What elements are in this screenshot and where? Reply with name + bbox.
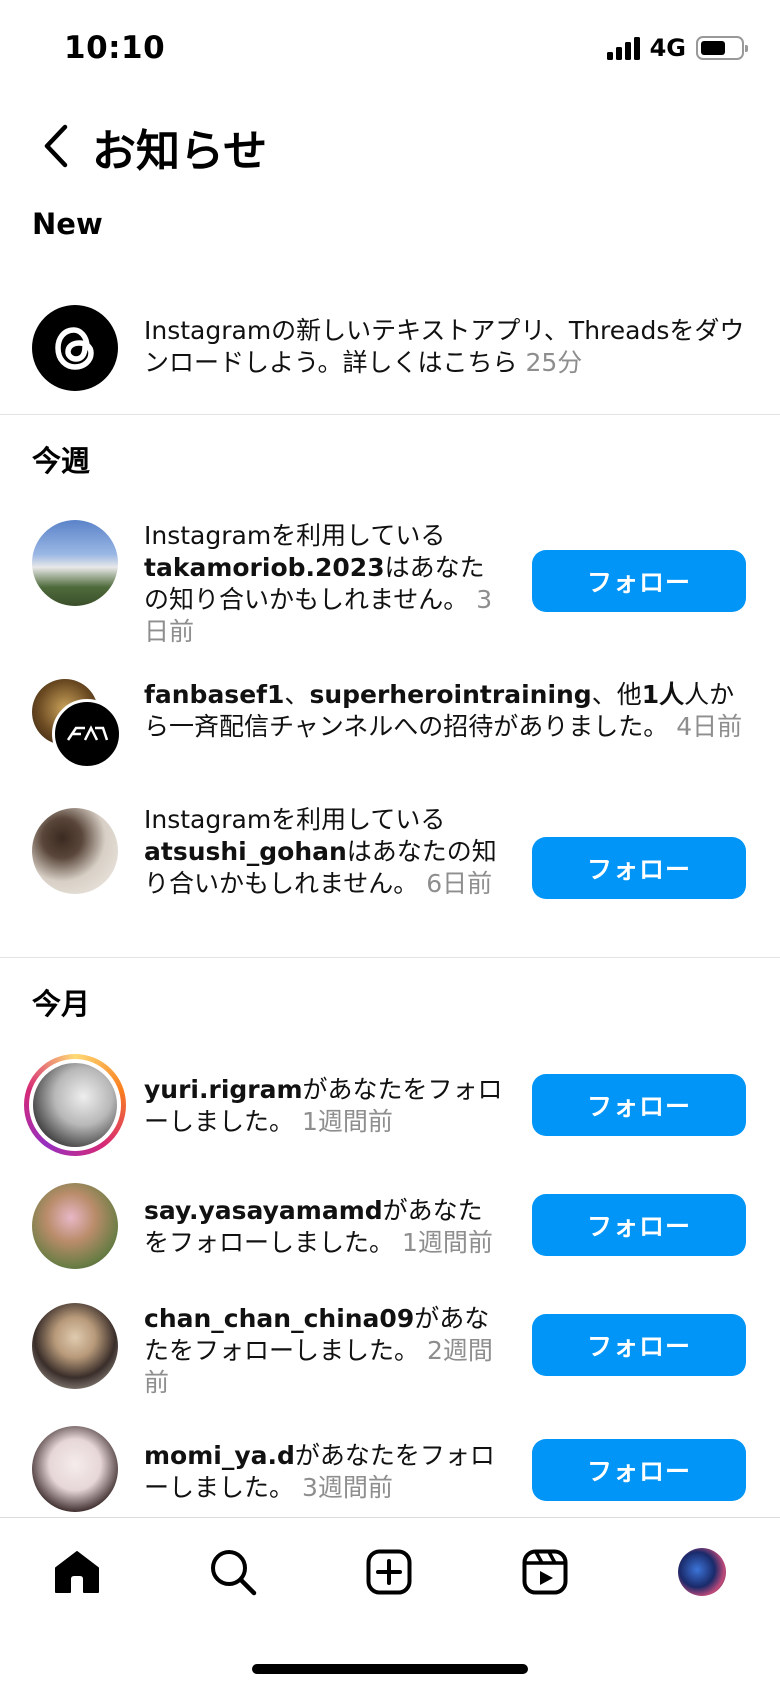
reels-tab[interactable] — [515, 1542, 575, 1602]
status-time: 10:10 — [64, 30, 166, 66]
timestamp: 25分 — [525, 348, 583, 377]
divider — [0, 414, 780, 415]
create-tab[interactable] — [359, 1542, 419, 1602]
page-title: お知らせ — [92, 126, 268, 177]
notification-takamori[interactable]: Instagramを利用しているtakamoriob.2023はあなたの知り合い… — [0, 505, 780, 655]
notification-atsushi[interactable]: Instagramを利用しているatsushi_gohanはあなたの知り合いかも… — [0, 800, 780, 950]
avatar[interactable] — [32, 808, 118, 894]
threads-logo-icon — [32, 305, 118, 391]
divider — [0, 957, 780, 958]
follow-button[interactable]: フォロー — [532, 1074, 746, 1136]
back-button[interactable] — [34, 116, 78, 176]
home-tab[interactable] — [47, 1542, 107, 1602]
notification-text: yuri.rigramがあなたをフォローしました。 1週間前 — [144, 1075, 503, 1136]
notification-text: say.yasayamamdがあなたをフォローしました。 1週間前 — [144, 1196, 493, 1257]
notification-momi[interactable]: momi_ya.dがあなたをフォローしました。 3週間前 フォロー — [0, 1420, 780, 1515]
create-icon — [366, 1549, 412, 1595]
notification-text: Instagramを利用しているtakamoriob.2023はあなたの知り合い… — [144, 521, 493, 646]
follow-button[interactable]: フォロー — [532, 1314, 746, 1376]
notification-text: chan_chan_china09があなたをフォローしました。 2週間前 — [144, 1304, 493, 1397]
notification-text: fanbasef1、superherointraining、他1人人から一斉配信… — [144, 680, 743, 741]
bottom-nav — [0, 1517, 780, 1688]
avatar — [33, 1063, 117, 1147]
notification-channel-invite[interactable]: fanbasef1、superherointraining、他1人人から一斉配信… — [0, 665, 780, 795]
notification-chan[interactable]: chan_chan_china09があなたをフォローしました。 2週間前 フォロ… — [0, 1295, 780, 1405]
reels-icon — [522, 1549, 568, 1595]
avatar[interactable] — [32, 1183, 118, 1269]
follow-button[interactable]: フォロー — [532, 837, 746, 899]
follow-button[interactable]: フォロー — [532, 1194, 746, 1256]
story-ring[interactable] — [24, 1054, 126, 1156]
chevron-left-icon — [44, 124, 68, 168]
notification-text: Instagramの新しいテキストアプリ、Threadsをダウンロードしよう。詳… — [144, 316, 745, 377]
profile-avatar — [678, 1548, 726, 1596]
follow-button[interactable]: フォロー — [532, 550, 746, 612]
follow-button[interactable]: フォロー — [532, 1439, 746, 1501]
avatar[interactable] — [32, 1426, 118, 1512]
notification-threads[interactable]: Instagramの新しいテキストアプリ、Threadsをダウンロードしよう。詳… — [0, 285, 780, 405]
search-tab[interactable] — [203, 1542, 263, 1602]
home-icon — [55, 1551, 99, 1593]
section-title-this-week: 今週 — [32, 444, 91, 478]
status-bar: 10:10 4G — [0, 0, 780, 100]
home-indicator — [252, 1664, 528, 1674]
avatar[interactable] — [32, 1303, 118, 1389]
section-title-new: New — [32, 207, 103, 241]
section-title-this-month: 今月 — [32, 987, 91, 1021]
search-icon — [211, 1550, 257, 1596]
battery-icon — [696, 36, 748, 60]
signal-icon — [606, 36, 640, 60]
avatar[interactable] — [32, 520, 118, 606]
profile-tab[interactable] — [672, 1542, 732, 1602]
notification-text: Instagramを利用しているatsushi_gohanはあなたの知り合いかも… — [144, 805, 497, 898]
notification-text: momi_ya.dがあなたをフォローしました。 3週間前 — [144, 1441, 495, 1502]
network-label: 4G — [649, 34, 686, 62]
notification-say[interactable]: say.yasayamamdがあなたをフォローしました。 1週間前 フォロー — [0, 1175, 780, 1285]
channel-logo-icon — [52, 699, 122, 769]
notification-yuri[interactable]: yuri.rigramがあなたをフォローしました。 1週間前 フォロー — [0, 1050, 780, 1160]
header: お知らせ — [0, 100, 780, 200]
status-indicators: 4G — [606, 34, 748, 62]
